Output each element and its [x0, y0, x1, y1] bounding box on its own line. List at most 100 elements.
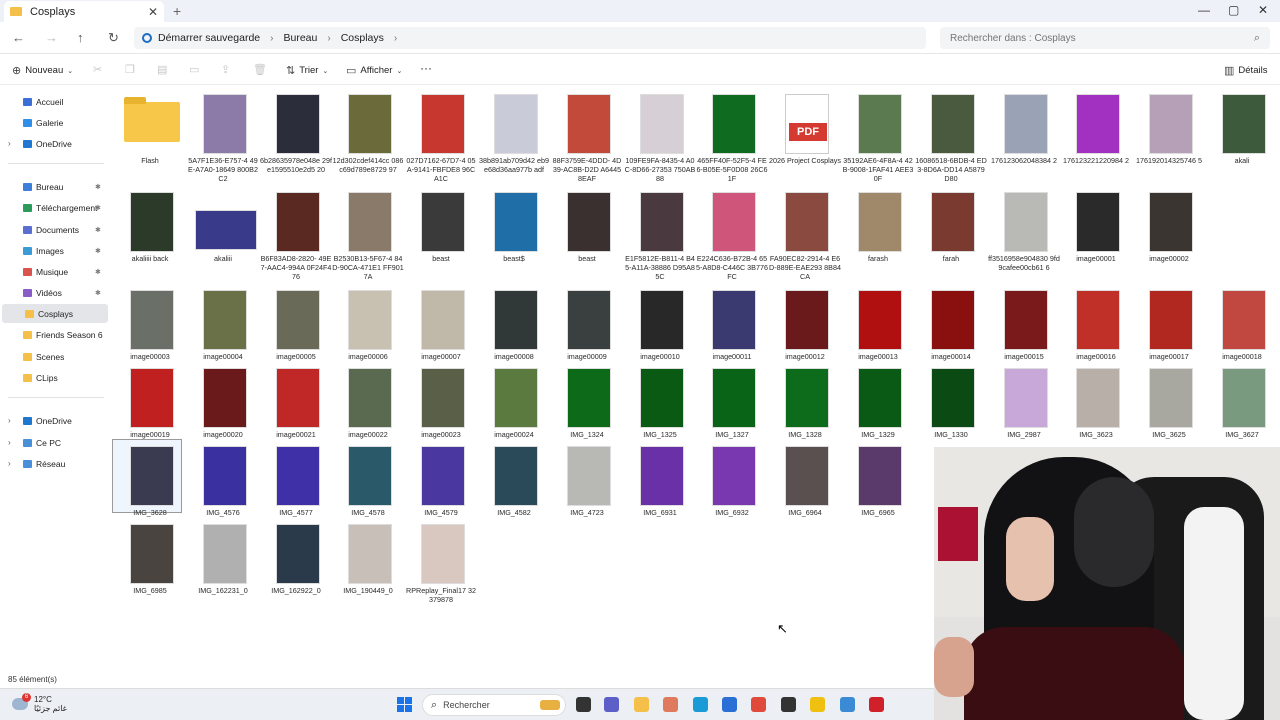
sidebar-item-clips[interactable]: CLips	[0, 368, 106, 387]
sidebar-item-documents[interactable]: Documents ✱	[0, 220, 106, 239]
minimize-button[interactable]: —	[1198, 3, 1210, 17]
sort-button[interactable]: ⇅ Trier ⌄	[286, 64, 328, 77]
image-file-item[interactable]: akaliiii back	[114, 186, 186, 282]
expand-chevron-icon[interactable]: ›	[8, 139, 11, 148]
image-file-item[interactable]: IMG_3625	[1133, 362, 1205, 458]
store-icon[interactable]	[722, 697, 737, 712]
image-file-item[interactable]: RPReplay_Final17 32379878	[405, 518, 477, 614]
breadcrumb-item-bureau[interactable]: Bureau	[283, 32, 317, 44]
image-file-item[interactable]: 176192014325746 5	[1133, 88, 1205, 184]
tab-close-button[interactable]: ✕	[148, 5, 158, 19]
file-explorer-icon[interactable]	[634, 697, 649, 712]
image-file-item[interactable]: IMG_4723	[551, 440, 623, 536]
back-button[interactable]: ←	[12, 30, 25, 45]
sidebar-item-cosplays[interactable]: Cosplays	[2, 304, 108, 323]
weather-widget[interactable]: 6 12°C غائم جزئيًا	[12, 693, 67, 713]
rename-icon[interactable]: ▭	[189, 63, 199, 76]
expand-chevron-icon[interactable]: ›	[8, 416, 11, 425]
chevron-right-icon[interactable]: ›	[394, 33, 397, 44]
chrome-icon[interactable]	[751, 697, 766, 712]
image-file-item[interactable]: IMG_6931	[624, 440, 696, 536]
cut-icon[interactable]: ✂	[93, 63, 102, 76]
pdf-file-item[interactable]: PDF 2026 Project Cosplays	[769, 88, 841, 184]
image-file-item[interactable]: IMG_2987	[988, 362, 1060, 458]
taskbar-search[interactable]: ⌕ Rechercher	[422, 694, 566, 716]
sidebar-item-galerie[interactable]: Galerie	[0, 113, 106, 132]
image-file-item[interactable]: IMG_3627	[1206, 362, 1278, 458]
opera-icon[interactable]	[869, 697, 884, 712]
close-button[interactable]: ✕	[1258, 3, 1268, 17]
image-file-item[interactable]: E224C636-B72B-4 655-A8D8-C446C 3B776FC	[696, 186, 768, 282]
image-file-item[interactable]: akaliii	[187, 186, 259, 282]
breadcrumb[interactable]: Démarrer sauvegarde › Bureau › Cosplays …	[134, 27, 926, 49]
share-icon[interactable]: ⇪	[221, 63, 230, 76]
image-file-item[interactable]: beast	[405, 186, 477, 282]
copy-icon[interactable]: ❐	[125, 63, 135, 76]
sidebar-item-scenes[interactable]: Scenes	[0, 347, 106, 366]
sidebar-item-onedrive[interactable]: › OneDrive	[0, 411, 106, 430]
image-file-item[interactable]: farah	[915, 186, 987, 282]
image-file-item[interactable]: 176123062048384 2	[988, 88, 1060, 184]
obs-icon[interactable]	[781, 697, 796, 712]
image-file-item[interactable]: E1F5812E-B811-4 B45-A11A-38886 D95A85C	[624, 186, 696, 282]
norton-icon[interactable]	[810, 697, 825, 712]
image-file-item[interactable]: 35192AE6-4F8A-4 42B-9008-1FAF41 AEE30F	[842, 88, 914, 184]
more-options-button[interactable]: ···	[420, 61, 432, 75]
image-file-item[interactable]: B6F83AD8-2820- 49E7-AAC4-994A 0F24F476	[260, 186, 332, 282]
image-file-item[interactable]: IMG_162922_0	[260, 518, 332, 614]
image-file-item[interactable]: image00001	[1060, 186, 1132, 282]
up-button[interactable]: ↑	[77, 30, 84, 45]
expand-chevron-icon[interactable]: ›	[8, 438, 11, 447]
task-view-icon[interactable]	[576, 697, 591, 712]
search-box[interactable]: ⌕	[940, 27, 1270, 49]
new-button[interactable]: ⊕ Nouveau ⌄	[12, 64, 73, 77]
image-file-item[interactable]: IMG_6964	[769, 440, 841, 536]
image-file-item[interactable]: 38b891ab709d42 eb9e68d36aa977b adf	[478, 88, 550, 184]
edge-icon[interactable]	[693, 697, 708, 712]
forward-button[interactable]: →	[45, 30, 58, 45]
start-button[interactable]	[397, 697, 412, 712]
expand-chevron-icon[interactable]: ›	[8, 459, 11, 468]
image-file-item[interactable]: 027D7162-67D7-4 05A-9141-FBFDE8 96CA1C	[405, 88, 477, 184]
image-file-item[interactable]: 88F3759E-4DDD- 4D39-AC8B-D2D A64458EAF	[551, 88, 623, 184]
details-button[interactable]: ▥ Détails	[1224, 64, 1267, 77]
sidebar-item-onedrive[interactable]: › OneDrive	[0, 134, 106, 153]
image-file-item[interactable]: IMG_190449_0	[332, 518, 404, 614]
image-file-item[interactable]: IMG_4582	[478, 440, 550, 536]
maximize-button[interactable]: ▢	[1228, 3, 1239, 17]
new-tab-button[interactable]: +	[173, 3, 181, 19]
photos-icon[interactable]	[840, 697, 855, 712]
image-file-item[interactable]: FA90EC82-2914-4 E6D-889E-EAE293 8B84CA	[769, 186, 841, 282]
refresh-button[interactable]: ↻	[108, 30, 119, 46]
delete-icon[interactable]: 🗑	[253, 63, 267, 76]
image-file-item[interactable]: image00002	[1133, 186, 1205, 282]
image-file-item[interactable]: 109FE9FA-8435-4 A0C-8D66-27353 750AB88	[624, 88, 696, 184]
sidebar-item-vidéos[interactable]: Vidéos ✱	[0, 283, 106, 302]
search-input[interactable]	[950, 32, 1230, 44]
image-file-item[interactable]: akali	[1206, 88, 1278, 184]
image-file-item[interactable]: 12d302cdef414cc 086c69d789e8729 97	[332, 88, 404, 184]
paste-icon[interactable]: ▤	[157, 63, 167, 76]
sidebar-item-ce-pc[interactable]: › Ce PC	[0, 433, 106, 452]
image-file-item[interactable]: farash	[842, 186, 914, 282]
view-button[interactable]: ▭ Afficher ⌄	[346, 64, 402, 77]
breadcrumb-item-backup[interactable]: Démarrer sauvegarde	[158, 32, 260, 44]
image-file-item[interactable]: IMG_3623	[1060, 362, 1132, 458]
sidebar-item-friends-season-6-c[interactable]: Friends Season 6 C	[0, 325, 106, 344]
image-file-item[interactable]: beast$	[478, 186, 550, 282]
search-icon[interactable]: ⌕	[1254, 32, 1260, 45]
image-file-item[interactable]: IMG_6985	[114, 518, 186, 614]
image-file-item[interactable]: beast	[551, 186, 623, 282]
sidebar-item-musique[interactable]: Musique ✱	[0, 262, 106, 281]
breadcrumb-item-cosplays[interactable]: Cosplays	[341, 32, 384, 44]
sidebar-item-téléchargement[interactable]: Téléchargement ✱	[0, 198, 106, 217]
image-file-item[interactable]: 465FF40F-52F5-4 FE6-B05E-5F0D08 26C61F	[696, 88, 768, 184]
sidebar-item-bureau[interactable]: Bureau ✱	[0, 177, 106, 196]
image-file-item[interactable]: IMG_6965	[842, 440, 914, 536]
sidebar-item-réseau[interactable]: › Réseau	[0, 454, 106, 473]
image-file-item[interactable]: 176123221220984 2	[1060, 88, 1132, 184]
image-file-item[interactable]: 6b28635978e048e 29fe1595510e2d5 20	[260, 88, 332, 184]
tab-cosplays[interactable]: Cosplays ✕	[4, 1, 164, 22]
image-file-item[interactable]: ff3516958e904830 9fd9cafee00cb61 6	[988, 186, 1060, 282]
teams-icon[interactable]	[604, 697, 619, 712]
